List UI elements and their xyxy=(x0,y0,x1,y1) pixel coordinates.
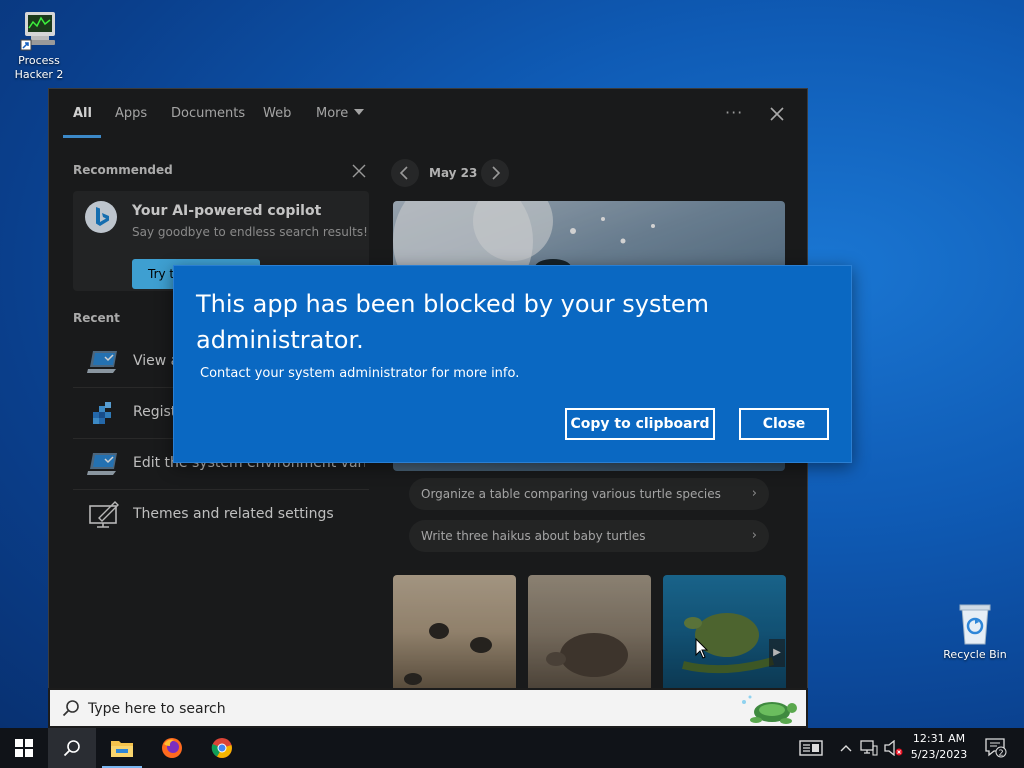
laptop-icon xyxy=(87,449,121,479)
volume-muted-icon[interactable] xyxy=(882,728,906,768)
registry-icon xyxy=(87,398,121,428)
next-date-button[interactable] xyxy=(481,159,509,187)
tab-web[interactable]: Web xyxy=(263,106,291,121)
tab-more-label: More xyxy=(316,106,349,121)
firefox-icon[interactable] xyxy=(148,728,196,768)
process-hacker-icon xyxy=(19,10,59,52)
dialog-title: This app has been blocked by your system… xyxy=(196,290,710,354)
mouse-cursor-icon xyxy=(695,637,709,660)
prompt-suggestion[interactable]: Organize a table comparing various turtl… xyxy=(409,478,769,510)
turtle-icon xyxy=(736,692,802,726)
clock-date: 5/23/2023 xyxy=(910,748,968,761)
network-icon[interactable] xyxy=(858,728,880,768)
tab-apps[interactable]: Apps xyxy=(115,106,147,121)
close-icon[interactable] xyxy=(767,104,787,124)
chrome-icon[interactable] xyxy=(198,728,246,768)
themes-icon xyxy=(87,500,121,530)
bing-icon xyxy=(85,201,117,233)
copilot-title: Your AI-powered copilot xyxy=(132,203,322,219)
chevron-up-icon[interactable] xyxy=(836,728,856,768)
search-icon xyxy=(62,699,80,717)
more-options-button[interactable]: ··· xyxy=(725,103,743,122)
recent-title: Recent xyxy=(73,311,120,325)
laptop-icon xyxy=(87,347,121,377)
search-placeholder: Type here to search xyxy=(88,701,226,717)
taskbar: 12:31 AM 5/23/2023 2 xyxy=(0,728,1024,768)
prompt-suggestion[interactable]: Write three haikus about baby turtles › xyxy=(409,520,769,552)
tab-documents[interactable]: Documents xyxy=(171,106,245,121)
action-center-icon[interactable]: 2 xyxy=(976,728,1016,768)
recycle-bin-icon xyxy=(955,602,995,646)
blocked-app-dialog: This app has been blocked by your system… xyxy=(173,265,852,463)
tab-more[interactable]: More xyxy=(316,106,365,121)
clock[interactable]: 12:31 AM 5/23/2023 xyxy=(908,731,970,763)
chevron-right-icon: › xyxy=(751,528,757,543)
copy-to-clipboard-button[interactable]: Copy to clipboard xyxy=(565,408,715,440)
close-button[interactable]: Close xyxy=(739,408,829,440)
turtle-thumbnail[interactable] xyxy=(393,575,516,688)
search-input[interactable]: Type here to search xyxy=(48,688,808,728)
dialog-message: Contact your system administrator for mo… xyxy=(200,366,520,381)
windows-start-icon[interactable] xyxy=(0,728,48,768)
recommended-title: Recommended xyxy=(73,163,173,177)
search-tabs: All Apps Documents Web More ··· xyxy=(49,89,807,139)
prompt-suggestion-label: Write three haikus about baby turtles xyxy=(421,529,646,543)
desktop-icon-label: Recycle Bin xyxy=(943,648,1007,661)
recent-item-label: Themes and related settings xyxy=(133,506,334,522)
turtle-thumbnail[interactable] xyxy=(528,575,651,688)
active-tab-indicator xyxy=(63,135,101,138)
chevron-down-icon xyxy=(354,109,365,115)
chevron-right-icon: › xyxy=(751,486,757,501)
previous-date-button[interactable] xyxy=(391,159,419,187)
clock-time: 12:31 AM xyxy=(912,732,966,745)
recent-item[interactable]: Themes and related settings xyxy=(73,490,369,540)
turtle-thumbnail[interactable] xyxy=(663,575,786,688)
dismiss-recommended-icon[interactable] xyxy=(351,163,367,179)
prompt-suggestion-label: Organize a table comparing various turtl… xyxy=(421,487,721,501)
desktop-icon-process-hacker[interactable]: Process Hacker 2 xyxy=(4,10,74,82)
file-explorer-icon[interactable] xyxy=(98,728,146,768)
news-widget-icon[interactable] xyxy=(796,728,826,768)
chevron-right-icon[interactable]: ▶ xyxy=(769,639,785,667)
desktop-icon-recycle-bin[interactable]: Recycle Bin xyxy=(940,602,1010,662)
desktop-icon-label: Process Hacker 2 xyxy=(14,54,64,81)
copilot-subtitle: Say goodbye to endless search results! xyxy=(132,225,368,239)
date-label: May 23 xyxy=(429,166,478,180)
tab-all[interactable]: All xyxy=(73,106,92,121)
notification-count: 2 xyxy=(998,749,1003,758)
search-icon[interactable] xyxy=(48,728,96,768)
